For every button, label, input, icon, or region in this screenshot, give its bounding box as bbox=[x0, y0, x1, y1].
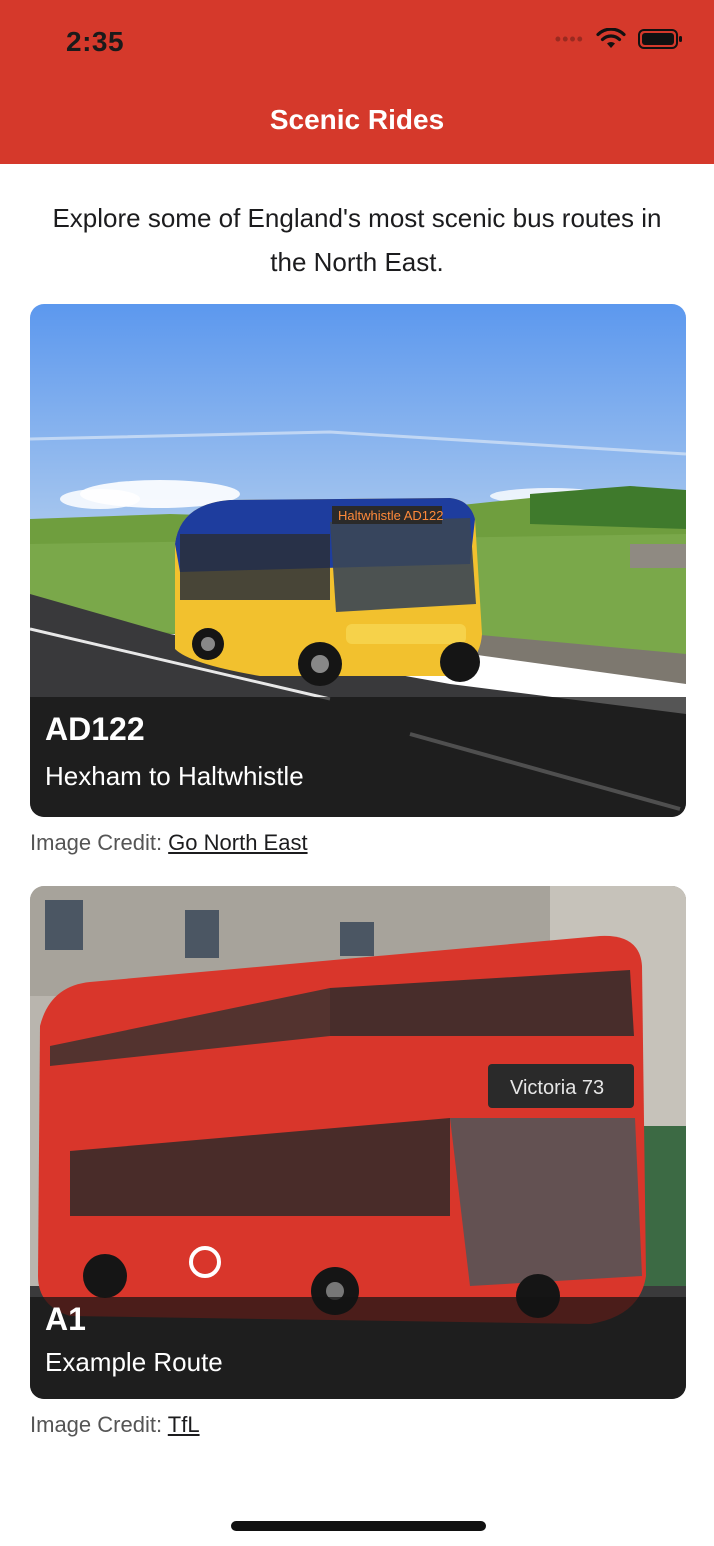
image-credit: Image Credit: Go North East bbox=[30, 830, 308, 856]
status-icons: •••• bbox=[555, 28, 684, 50]
page-title: Scenic Rides bbox=[269, 104, 445, 135]
credit-link[interactable]: TfL bbox=[168, 1412, 200, 1437]
status-time: 2:35 bbox=[66, 26, 125, 57]
svg-text:Victoria 73: Victoria 73 bbox=[510, 1077, 604, 1099]
nav-header: 2:35 •••• Scenic Rides bbox=[0, 0, 714, 164]
battery-icon bbox=[638, 29, 682, 49]
home-indicator[interactable] bbox=[231, 1521, 486, 1531]
route-number: A1 bbox=[45, 1301, 86, 1337]
svg-text:Haltwhistle AD122: Haltwhistle AD122 bbox=[338, 508, 444, 523]
wifi-icon bbox=[596, 28, 626, 48]
cellular-signal-icon: •••• bbox=[554, 29, 584, 49]
image-credit: Image Credit: TfL bbox=[30, 1412, 200, 1438]
route-name: Example Route bbox=[45, 1347, 223, 1377]
route-card-a1[interactable]: Victoria 73 A1 Example Route bbox=[30, 886, 686, 1399]
credit-label: Image Credit: bbox=[30, 830, 169, 855]
route-name: Hexham to Haltwhistle bbox=[45, 761, 304, 791]
route-overlay: A1 Example Route bbox=[30, 1297, 686, 1399]
credit-link[interactable]: Go North East bbox=[168, 830, 307, 855]
route-overlay: AD122 Hexham to Haltwhistle bbox=[30, 697, 686, 817]
credit-label: Image Credit: bbox=[30, 1412, 168, 1437]
route-card-ad122[interactable]: Haltwhistle AD122 AD122 Hexham to Haltwh… bbox=[30, 304, 686, 817]
route-number: AD122 bbox=[45, 711, 145, 747]
intro-text: Explore some of England's most scenic bu… bbox=[52, 203, 662, 277]
